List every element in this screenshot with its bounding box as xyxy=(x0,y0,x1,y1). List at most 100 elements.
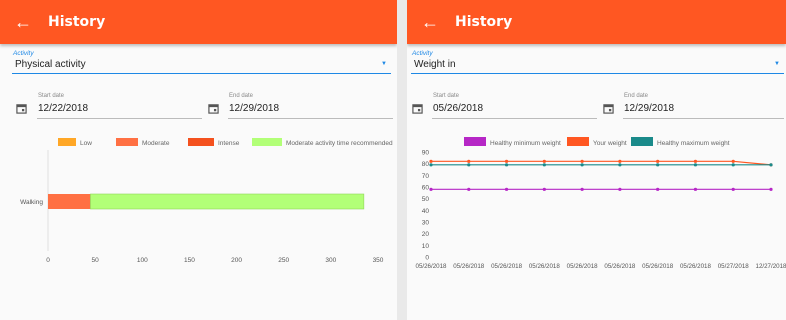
data-point xyxy=(731,159,735,163)
calendar-icon[interactable] xyxy=(412,103,423,114)
legend-label: Moderate activity time recommended xyxy=(286,140,393,147)
x-tick-label: 12/27/2018 xyxy=(756,263,786,270)
page-title: History xyxy=(48,14,106,30)
data-point xyxy=(580,163,584,167)
legend-label: Intense xyxy=(218,140,240,147)
data-point xyxy=(580,159,584,163)
y-tick-label: 30 xyxy=(422,220,430,227)
end-date-label: End date xyxy=(229,93,254,99)
data-point xyxy=(429,159,433,163)
y-tick-label: 40 xyxy=(422,208,430,215)
legend-swatch xyxy=(631,137,653,146)
x-tick-label: 350 xyxy=(373,257,384,264)
x-tick-label: 100 xyxy=(137,257,148,264)
bar-segment xyxy=(90,193,365,210)
data-point xyxy=(429,163,433,167)
x-tick-label: 05/26/2018 xyxy=(491,263,523,270)
back-arrow-icon[interactable]: ← xyxy=(417,9,443,35)
data-point xyxy=(656,163,660,167)
x-tick-label: 05/26/2018 xyxy=(680,263,712,270)
legend-label: Moderate xyxy=(142,140,170,147)
activity-label: Activity xyxy=(412,50,433,57)
activity-select[interactable]: Weight in ▼ xyxy=(411,57,784,74)
data-point xyxy=(618,187,622,191)
data-point xyxy=(618,159,622,163)
app-bar: ← History xyxy=(407,0,786,44)
x-tick-label: 250 xyxy=(278,257,289,264)
x-tick-label: 05/26/2018 xyxy=(604,263,636,270)
data-point xyxy=(467,163,471,167)
data-point xyxy=(542,163,546,167)
x-tick-label: 50 xyxy=(92,257,100,264)
y-tick-label: 20 xyxy=(422,231,430,238)
data-point xyxy=(580,187,584,191)
data-point xyxy=(769,187,773,191)
x-tick-label: 05/26/2018 xyxy=(642,263,674,270)
start-date-value: 12/22/2018 xyxy=(38,103,89,114)
data-point xyxy=(542,187,546,191)
activity-value: Weight in xyxy=(414,59,456,70)
legend-swatch xyxy=(58,138,76,146)
data-point xyxy=(467,187,471,191)
x-tick-label: 05/26/2018 xyxy=(453,263,485,270)
legend-swatch xyxy=(567,137,589,146)
end-date-field[interactable]: 12/29/2018 xyxy=(228,101,393,119)
start-date-field[interactable]: 05/26/2018 xyxy=(432,101,597,119)
y-tick-label: 70 xyxy=(422,173,430,180)
data-point xyxy=(731,187,735,191)
data-point xyxy=(542,159,546,163)
end-date-label: End date xyxy=(624,93,649,99)
data-point xyxy=(429,187,433,191)
data-point xyxy=(504,163,509,167)
legend-label: Your weight xyxy=(593,140,627,147)
calendar-icon[interactable] xyxy=(16,103,27,114)
x-tick-label: 150 xyxy=(184,257,195,264)
bar-segment xyxy=(48,194,91,209)
x-tick-label: 05/26/2018 xyxy=(416,263,448,270)
x-tick-label: 05/26/2018 xyxy=(529,263,561,270)
y-tick-label: 60 xyxy=(422,185,430,192)
start-date-value: 05/26/2018 xyxy=(433,103,484,114)
y-tick-label: 0 xyxy=(425,255,429,262)
calendar-icon[interactable] xyxy=(603,103,614,114)
legend-label: Low xyxy=(80,140,92,147)
end-date-value: 12/29/2018 xyxy=(229,103,280,114)
legend-swatch xyxy=(252,138,282,146)
legend-swatch xyxy=(188,138,214,146)
x-tick-label: 0 xyxy=(46,257,50,264)
dropdown-arrow-icon: ▼ xyxy=(774,61,780,67)
y-tick-label: 80 xyxy=(422,161,430,168)
app-bar: ← History xyxy=(0,0,397,44)
y-tick-label: 90 xyxy=(422,150,430,157)
activity-value: Physical activity xyxy=(15,59,86,70)
weight-panel: ← History Activity Weight in ▼ Start dat… xyxy=(407,0,786,320)
calendar-icon[interactable] xyxy=(208,103,219,114)
page-title: History xyxy=(455,14,513,30)
start-date-field[interactable]: 12/22/2018 xyxy=(37,101,202,119)
data-point xyxy=(769,163,773,167)
data-point xyxy=(618,163,622,167)
data-point xyxy=(693,159,698,163)
data-point xyxy=(656,159,660,163)
legend-label: Healthy minimum weight xyxy=(490,140,561,147)
data-point xyxy=(693,163,698,167)
end-date-field[interactable]: 12/29/2018 xyxy=(623,101,784,119)
y-tick-label: 50 xyxy=(422,196,430,203)
physical-activity-panel: ← History Activity Physical activity ▼ S… xyxy=(0,0,397,320)
category-label: Walking xyxy=(20,199,43,206)
activity-bar-chart: Low Moderate Intense Moderate activity time… xyxy=(20,138,393,264)
start-date-label: Start date xyxy=(433,93,460,99)
activity-label: Activity xyxy=(13,50,34,57)
x-tick-label: 05/27/2018 xyxy=(718,263,750,270)
start-date-label: Start date xyxy=(38,93,65,99)
legend-swatch xyxy=(464,137,486,146)
data-point xyxy=(656,187,660,191)
data-point xyxy=(504,159,509,163)
data-point xyxy=(467,159,471,163)
weight-line-chart: Healthy minimum weight Your weight Healthy… xyxy=(416,137,786,270)
data-point xyxy=(693,187,698,191)
data-point xyxy=(731,163,735,167)
back-arrow-icon[interactable]: ← xyxy=(10,9,36,35)
y-tick-label: 10 xyxy=(422,243,430,250)
activity-select[interactable]: Physical activity ▼ xyxy=(12,57,391,74)
